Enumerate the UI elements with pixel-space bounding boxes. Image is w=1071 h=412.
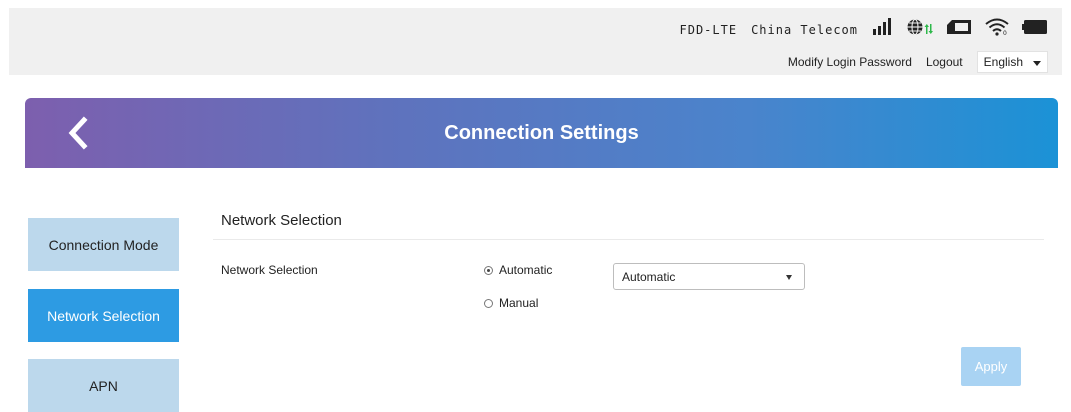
divider [213, 239, 1044, 240]
modify-password-link[interactable]: Modify Login Password [788, 55, 912, 69]
sidebar-item-label: Network Selection [47, 307, 160, 324]
chevron-left-icon [68, 116, 88, 150]
carrier-label: China Telecom [751, 22, 858, 37]
select-value: Automatic [622, 269, 676, 284]
sidebar-item-connection-mode[interactable]: Connection Mode [28, 218, 179, 271]
sidebar-item-network-selection[interactable]: Network Selection [28, 289, 179, 342]
radio-checked-icon [484, 265, 493, 275]
apply-button[interactable]: Apply [961, 347, 1021, 386]
sim-card-icon [946, 19, 972, 40]
radio-label: Automatic [499, 263, 553, 277]
title-banner: Connection Settings [25, 98, 1058, 168]
logout-link[interactable]: Logout [926, 55, 963, 69]
network-selection-label: Network Selection [221, 263, 318, 277]
sidebar-item-label: APN [89, 377, 118, 394]
network-type-label: FDD-LTE [679, 22, 738, 37]
signal-icon [872, 18, 894, 41]
sidebar-item-apn[interactable]: APN [28, 359, 179, 412]
sidebar-item-label: Connection Mode [48, 236, 159, 253]
radio-label: Manual [499, 296, 539, 310]
header-links: Modify Login Password Logout English [774, 51, 1048, 73]
status-bar: FDD-LTE China Telecom 0 Modify Login Pas… [9, 8, 1062, 75]
wifi-icon: 0 [984, 18, 1010, 41]
chevron-down-icon [1033, 61, 1041, 66]
language-label: English [983, 55, 1023, 69]
globe-data-icon [906, 18, 934, 41]
chevron-down-icon [786, 275, 792, 280]
page-title: Connection Settings [444, 121, 639, 144]
radio-manual[interactable]: Manual [484, 296, 538, 310]
wifi-clients-count: 0 [1003, 30, 1007, 36]
radio-automatic[interactable]: Automatic [484, 263, 552, 277]
network-mode-select[interactable]: Automatic [613, 263, 805, 290]
status-row: FDD-LTE China Telecom 0 [680, 18, 1049, 41]
back-button[interactable] [65, 116, 91, 150]
battery-icon [1022, 20, 1048, 39]
section-title: Network Selection [221, 212, 342, 229]
radio-unchecked-icon [484, 298, 493, 308]
language-select[interactable]: English [976, 51, 1048, 73]
